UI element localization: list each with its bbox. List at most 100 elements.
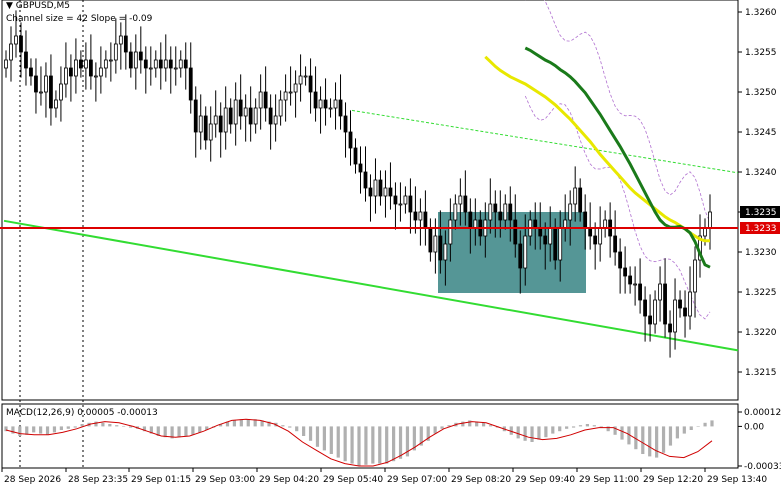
- candle-body-55: [278, 99, 283, 117]
- y-tick-label-1: 1.3255: [745, 48, 777, 58]
- level-price-label: 1.3233: [745, 224, 777, 234]
- candle-body-90: [453, 203, 458, 221]
- macd-bar-102: [710, 420, 714, 427]
- candle-body-4: [24, 51, 28, 69]
- macd-bar-10: [73, 426, 77, 428]
- candle-body-71: [358, 163, 363, 173]
- x-tick-label-9: 29 Sep 11:00: [579, 475, 639, 485]
- x-tick-label-0: 28 Sep 2026: [4, 475, 61, 485]
- candle-body-112: [563, 219, 568, 229]
- support-trend-line: [3, 219, 739, 352]
- candle-body-130: [653, 299, 657, 325]
- y-tick-label-2: 1.3250: [745, 88, 777, 98]
- candle-body-3: [19, 35, 23, 53]
- x-tick-label-4: 29 Sep 04:20: [259, 475, 319, 485]
- y-tick-label-9: 1.3215: [745, 368, 777, 378]
- macd-bar-81: [565, 426, 569, 429]
- candle-body-86: [433, 235, 438, 253]
- macd-bar-51: [357, 426, 361, 466]
- candle-body-30: [153, 59, 158, 69]
- candle-body-136: [683, 307, 687, 317]
- candle-body-70: [353, 147, 358, 165]
- macd-bar-52: [364, 426, 368, 465]
- candle-body-8: [44, 75, 48, 93]
- macd-bar-66: [461, 421, 465, 427]
- macd-bar-16: [115, 425, 119, 427]
- candle-body-63: [318, 99, 323, 109]
- channel-info: Channel size = 42 Slope = -0.09: [6, 14, 153, 24]
- candle-body-88: [443, 243, 448, 261]
- candle-body-65: [328, 107, 333, 110]
- macd-bar-63: [440, 426, 444, 429]
- candle-body-31: [158, 59, 163, 69]
- macd-bar-100: [696, 426, 700, 427]
- macd-bar-43: [302, 426, 306, 436]
- candle-body-72: [363, 171, 368, 189]
- candle-body-98: [493, 203, 498, 213]
- macd-bar-23: [163, 426, 167, 438]
- macd-bar-99: [689, 426, 693, 430]
- trend-lines: [3, 109, 739, 352]
- envelope-upper: [525, 0, 711, 223]
- candle-body-135: [678, 299, 682, 309]
- candle-body-69: [348, 131, 353, 149]
- candle-body-132: [663, 283, 667, 325]
- y-tick-label-0: 1.3260: [745, 8, 777, 18]
- candle-body-107: [538, 227, 543, 237]
- x-tick-label-3: 29 Sep 03:00: [195, 475, 255, 485]
- y-tick-label-3: 1.3245: [745, 128, 777, 138]
- candle-body-43: [218, 115, 223, 133]
- candle-body-75: [378, 179, 383, 197]
- candle-body-81: [408, 195, 413, 213]
- candle-body-91: [458, 195, 463, 205]
- candle-body-48: [243, 107, 248, 117]
- time-axis: 28 Sep 2026 28 Sep 23:35 29 Sep 01:15 29 Se…: [1, 468, 767, 485]
- y-tick-label-6: 1.3230: [745, 248, 777, 258]
- x-tick-label-7: 29 Sep 08:20: [451, 475, 511, 485]
- candle-body-77: [388, 187, 393, 197]
- candle-body-118: [593, 235, 598, 245]
- price-axis: 1.3260 1.3255 1.3250 1.3245 1.3240 1.3235 1.32…: [738, 8, 780, 378]
- candle-body-138: [693, 259, 697, 293]
- candle-body-24: [123, 35, 128, 53]
- candle-body-110: [553, 227, 558, 261]
- macd-bar-35: [246, 419, 250, 427]
- macd-bar-50: [350, 426, 354, 464]
- symbol-label: GBPUSD,M5: [15, 1, 70, 11]
- collapse-triangle-icon[interactable]: ▼: [6, 1, 13, 11]
- candle-body-21: [108, 59, 113, 62]
- macd-bar-96: [668, 426, 673, 446]
- candle-body-134: [673, 299, 677, 333]
- macd-bar-42: [295, 426, 299, 432]
- candle-body-17: [88, 59, 93, 77]
- macd-bar-82: [571, 426, 576, 428]
- candle-body-9: [49, 75, 53, 109]
- macd-bar-9: [66, 426, 70, 429]
- macd-bar-57: [398, 426, 403, 459]
- candle-body-126: [633, 283, 638, 286]
- candle-body-37: [188, 67, 193, 101]
- macd-scale-label-1: 0.00: [744, 422, 764, 432]
- macd-bar-47: [329, 426, 333, 454]
- candle-body-35: [178, 59, 183, 69]
- candle-body-32: [163, 59, 168, 69]
- macd-bar-84: [585, 424, 590, 427]
- candle-body-74: [373, 179, 378, 197]
- candle-body-57: [288, 91, 293, 94]
- candle-body-0: [4, 59, 8, 69]
- macd-bar-98: [682, 426, 686, 434]
- candle-body-19: [98, 67, 103, 77]
- candle-body-116: [583, 211, 588, 229]
- candle-body-104: [523, 235, 528, 269]
- macd-bar-15: [108, 424, 112, 427]
- candle-body-45: [228, 107, 233, 125]
- candle-body-106: [533, 219, 538, 229]
- macd-bar-28: [198, 426, 202, 433]
- candle-body-58: [293, 83, 298, 93]
- candle-body-23: [118, 35, 123, 45]
- macd-bar-62: [433, 426, 437, 434]
- y-tick-label-7: 1.3225: [745, 288, 777, 298]
- candle-body-124: [623, 267, 628, 277]
- candle-body-2: [14, 35, 18, 45]
- candle-body-66: [333, 99, 338, 109]
